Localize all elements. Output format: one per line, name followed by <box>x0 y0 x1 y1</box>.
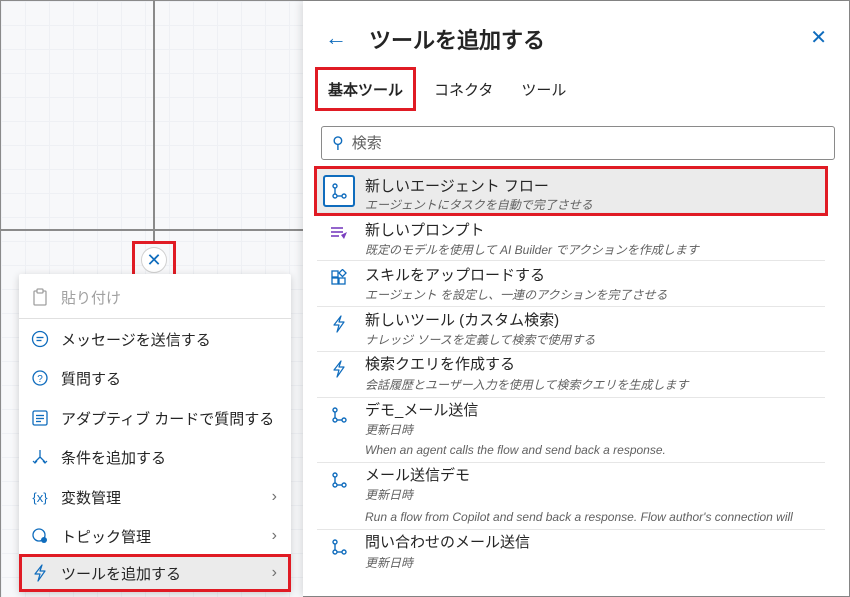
tab-tools[interactable]: ツール <box>507 67 580 111</box>
tool-title: 新しいエージェント フロー <box>365 178 549 195</box>
paste-icon <box>29 286 51 308</box>
card-icon <box>29 407 51 429</box>
flow-canvas[interactable]: ✕ 貼り付け メッセージを送信する ? 質問する アダプティブ カードで質問する… <box>1 1 303 597</box>
variable-icon: {x} <box>32 489 48 505</box>
tool-item-upload-skill[interactable]: スキルをアップロードする エージェント を設定し、一連のアクションを完了させる <box>317 262 825 307</box>
flow-icon <box>329 405 349 425</box>
menu-item-topic-management[interactable]: トピック管理 › <box>19 517 291 555</box>
chevron-right-icon: › <box>271 488 277 505</box>
menu-item-send-message[interactable]: メッセージを送信する <box>19 320 291 358</box>
tool-description: ナレッジ ソースを定義して検索で使用する <box>365 333 596 347</box>
tool-item-mail-demo[interactable]: メール送信デモ 更新日時 Run a flow from Copilot and… <box>317 464 825 530</box>
tab-bar: 基本ツール コネクタ ツール <box>315 67 580 111</box>
tool-description: 既定のモデルを使用して AI Builder でアクションを作成します <box>365 243 699 257</box>
search-input[interactable] <box>351 134 812 152</box>
flow-icon <box>329 470 349 490</box>
tool-updated-label: 更新日時 <box>365 488 414 502</box>
panel-title: ツールを追加する <box>369 28 546 53</box>
chevron-right-icon: › <box>271 527 277 544</box>
tool-updated-label: 更新日時 <box>365 556 414 570</box>
message-icon <box>29 328 51 350</box>
tool-description: エージェント を設定し、一連のアクションを完了させる <box>365 288 668 302</box>
tool-title: メール送信デモ <box>365 467 471 484</box>
connector-line <box>1 229 303 231</box>
menu-item-ask-question[interactable]: ? 質問する <box>19 359 291 397</box>
menu-item-variable-management[interactable]: {x} 変数管理 › <box>19 478 291 516</box>
tool-item-search-query[interactable]: 検索クエリを作成する 会話履歴とユーザー入力を使用して検索クエリを生成します <box>317 353 825 398</box>
tool-item-new-agent-flow[interactable]: 新しいエージェント フロー エージェントにタスクを自動で完了させる <box>314 166 828 216</box>
chevron-right-icon: › <box>271 564 277 581</box>
tool-item-inquiry-mail[interactable]: 問い合わせのメール送信 更新日時 <box>317 531 825 577</box>
search-icon: ⚲ <box>332 135 344 152</box>
tab-basic-tools[interactable]: 基本ツール <box>315 67 417 111</box>
question-icon: ? <box>29 367 51 389</box>
lightning-icon <box>29 562 51 584</box>
menu-item-add-condition[interactable]: 条件を追加する <box>19 438 291 476</box>
tool-title: スキルをアップロードする <box>365 267 546 284</box>
close-icon[interactable]: ✕ <box>810 25 827 50</box>
tool-item-new-prompt[interactable]: 新しいプロンプト 既定のモデルを使用して AI Builder でアクションを作… <box>317 217 825 261</box>
close-node-button[interactable]: ✕ <box>141 247 167 273</box>
tab-connectors[interactable]: コネクタ <box>420 67 507 111</box>
branch-icon <box>29 446 51 468</box>
svg-text:?: ? <box>37 374 43 385</box>
lightning-icon <box>329 359 349 379</box>
add-tool-panel: ← ツールを追加する ✕ 基本ツール コネクタ ツール ⚲ 新しいエージェント … <box>303 1 849 596</box>
topic-icon <box>29 525 51 547</box>
tool-description: 会話履歴とユーザー入力を使用して検索クエリを生成します <box>365 378 689 392</box>
flow-icon <box>323 175 355 207</box>
tool-description: When an agent calls the flow and send ba… <box>365 443 666 457</box>
prompt-icon <box>329 223 349 243</box>
tool-description: エージェントにタスクを自動で完了させる <box>365 198 593 212</box>
tool-updated-label: 更新日時 <box>365 423 414 437</box>
menu-item-add-tool[interactable]: ツールを追加する › <box>19 554 291 592</box>
panel-header: ← ツールを追加する ✕ <box>303 19 849 59</box>
tool-title: 新しいツール (カスタム検索) <box>365 312 560 329</box>
lightning-icon <box>329 314 349 334</box>
tool-item-demo-mail[interactable]: デモ_メール送信 更新日時 When an agent calls the fl… <box>317 399 825 463</box>
close-icon: ✕ <box>146 249 162 270</box>
tool-title: 新しいプロンプト <box>365 222 485 239</box>
tool-item-custom-search[interactable]: 新しいツール (カスタム検索) ナレッジ ソースを定義して検索で使用する <box>317 308 825 352</box>
tool-title: 検索クエリを作成する <box>365 356 516 373</box>
menu-divider <box>19 318 291 319</box>
menu-item-paste[interactable]: 貼り付け <box>19 278 291 316</box>
connector-line <box>153 1 155 241</box>
tool-title: 問い合わせのメール送信 <box>365 534 531 551</box>
tool-title: デモ_メール送信 <box>365 402 479 419</box>
flow-icon <box>329 537 349 557</box>
tool-description: Run a flow from Copilot and send back a … <box>365 510 793 524</box>
menu-item-adaptive-card[interactable]: アダプティブ カードで質問する <box>19 399 291 437</box>
skill-icon <box>329 268 349 288</box>
back-arrow-icon[interactable]: ← <box>325 25 347 51</box>
search-box: ⚲ <box>321 126 835 160</box>
context-menu: 貼り付け メッセージを送信する ? 質問する アダプティブ カードで質問する 条 <box>19 274 291 592</box>
